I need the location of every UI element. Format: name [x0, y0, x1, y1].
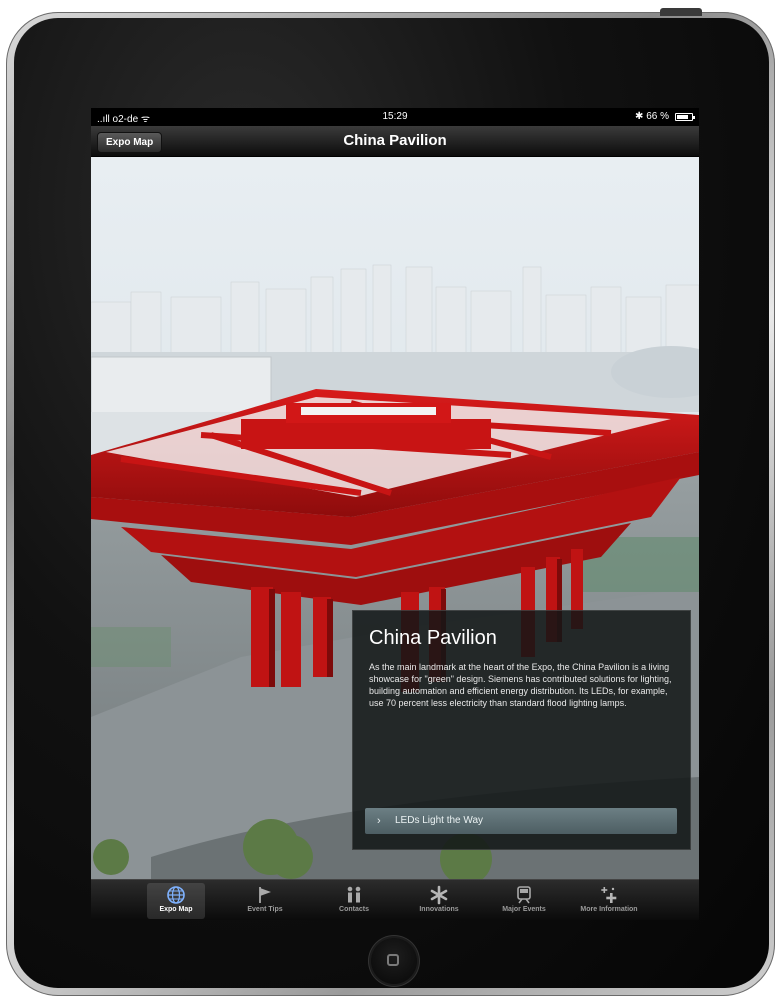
train-icon	[517, 886, 531, 904]
globe-icon	[167, 886, 185, 904]
tab-expo-map[interactable]: Expo Map	[147, 883, 205, 919]
tab-label: Contacts	[339, 906, 369, 913]
tab-major-events[interactable]: Major Events	[495, 883, 553, 919]
navigation-bar: Expo Map China Pavilion	[91, 126, 699, 157]
home-square-icon	[387, 954, 399, 966]
sleep-button	[660, 8, 702, 16]
flag-icon	[259, 887, 271, 903]
tab-label: Major Events	[502, 906, 546, 913]
tab-bar: Expo Map Event Tips Contacts Innovations…	[91, 879, 699, 920]
home-button[interactable]	[371, 938, 417, 984]
sparkle-icon	[601, 887, 617, 903]
chevron-right-icon: ›	[377, 815, 381, 827]
tab-innovations[interactable]: Innovations	[410, 883, 468, 919]
clock: 15:29	[382, 111, 408, 122]
pavilion-info-panel: China Pavilion As the main landmark at t…	[352, 610, 691, 850]
tab-more-information[interactable]: More Information	[576, 883, 642, 919]
info-title: China Pavilion	[369, 627, 497, 649]
tab-contacts[interactable]: Contacts	[325, 883, 383, 919]
contacts-icon	[347, 886, 361, 903]
tab-label: Expo Map	[159, 906, 193, 913]
tab-event-tips[interactable]: Event Tips	[236, 883, 294, 919]
asterisk-icon	[430, 885, 448, 905]
status-bar: ..ıll o2-de ᯤ 15:29 ✱ 66 %	[91, 108, 699, 126]
leds-light-the-way-button[interactable]: › LEDs Light the Way	[365, 808, 677, 834]
tab-label: Innovations	[419, 906, 459, 913]
page-title: China Pavilion	[343, 132, 447, 149]
tab-label: Event Tips	[247, 906, 283, 913]
battery-label: ✱ 66 %	[635, 111, 669, 122]
info-link-label: LEDs Light the Way	[395, 815, 484, 826]
tab-label: More Information	[580, 906, 638, 913]
app-screen: ..ıll o2-de ᯤ 15:29 ✱ 66 % Expo Map Chin…	[91, 108, 699, 920]
info-description: As the main landmark at the heart of the…	[369, 662, 672, 708]
battery-icon	[675, 113, 695, 121]
